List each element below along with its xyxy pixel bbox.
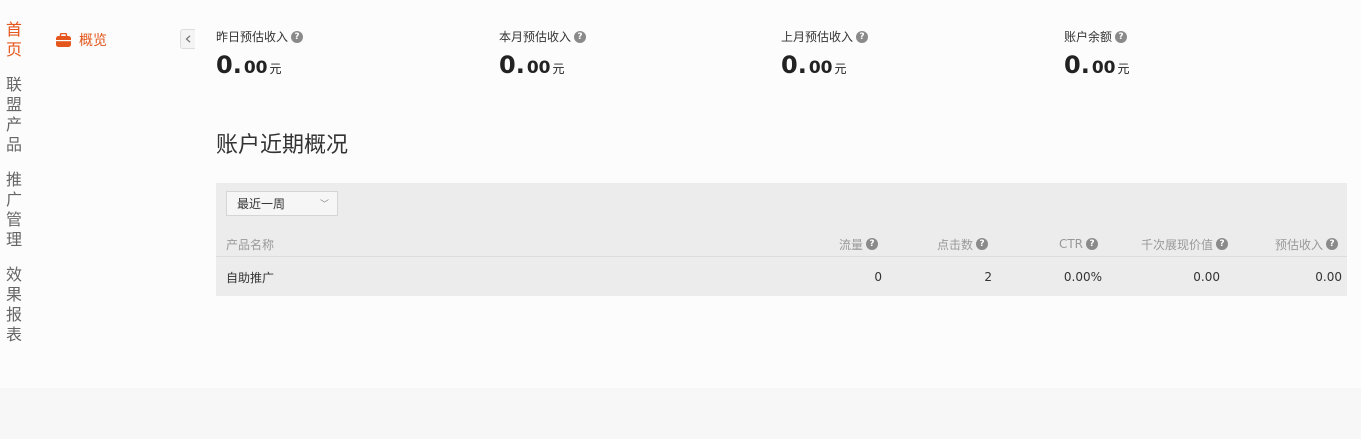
cell-ecpm: 0.00 [1193,270,1220,284]
stat-dec: 00 [808,58,833,78]
stat-dec: 00 [526,58,551,78]
stat-dec: 00 [243,58,268,78]
stat-value: 0. 00 元 [781,51,868,79]
column-header-product: 产品名称 [226,231,274,257]
table-header: 产品名称 流量? 点击数? CTR? 千次展现价值? 预估收入? [216,231,1347,257]
overview-table-panel: 最近一周 ﹀ 产品名称 流量? 点击数? CTR? 千次展现价值? 预估收入? … [216,183,1347,296]
date-range-select[interactable]: 最近一周 ﹀ [226,191,338,216]
stat-int: 0. [499,51,525,79]
column-header-label: 产品名称 [226,237,275,252]
stat-dec: 00 [1091,58,1116,78]
subnav-overview-label: 概览 [79,33,107,49]
column-header-label: 千次展现价值 [1140,237,1213,252]
section-title: 账户近期概况 [216,133,349,158]
stat-value: 0. 00 元 [216,51,303,79]
stat-last-month: 上月预估收入? 0. 00 元 [781,28,869,79]
stat-unit: 元 [552,62,565,76]
stat-yesterday: 昨日预估收入? 0. 00 元 [216,28,304,79]
table-row[interactable]: 自助推广 0 2 0.00% 0.00 0.00 [216,258,1347,296]
chevron-left-icon [185,35,191,43]
stat-label: 昨日预估收入 [216,30,289,44]
stat-value: 0. 00 元 [1064,51,1130,79]
column-header-income: 预估收入? [1226,231,1338,257]
stat-unit: 元 [1117,62,1130,76]
help-icon[interactable]: ? [866,238,878,250]
help-icon[interactable]: ? [291,30,304,43]
subnav-item-overview[interactable]: 概览 [56,30,107,50]
cell-traffic: 0 [874,270,882,284]
nav-item-reports[interactable]: 效果报表 [6,265,24,345]
column-header-clicks: 点击数? [886,231,988,257]
column-header-ecpm: 千次展现价值? [1096,231,1228,257]
cell-product: 自助推广 [226,270,275,285]
column-header-label: 流量 [838,237,863,252]
stat-int: 0. [781,51,807,79]
collapse-sidebar-button[interactable] [180,29,195,49]
date-range-value: 最近一周 [237,197,286,211]
nav-item-home[interactable]: 首页 [6,20,24,60]
page: 首页 联盟产品 推广管理 效果报表 概览 昨日预估收入? 0. 00 元 本月预估收… [0,0,1361,388]
help-icon[interactable]: ? [574,30,587,43]
stat-int: 0. [216,51,242,79]
help-icon[interactable]: ? [976,238,988,250]
bag-icon [56,33,71,47]
cell-clicks: 2 [984,270,992,284]
column-header-label: 点击数 [936,237,973,252]
stat-unit: 元 [269,62,282,76]
nav-item-promotion[interactable]: 推广管理 [6,170,24,250]
column-header-label: CTR [1058,237,1083,251]
stat-label: 上月预估收入 [781,30,854,44]
main-nav: 首页 联盟产品 推广管理 效果报表 [6,20,28,360]
chevron-down-icon: ﹀ [319,200,329,210]
help-icon[interactable]: ? [1115,30,1128,43]
column-header-traffic: 流量? [776,231,878,257]
stat-int: 0. [1064,51,1090,79]
cell-income: 0.00 [1315,270,1342,284]
column-header-label: 预估收入 [1274,237,1323,252]
stat-label: 账户余额 [1064,30,1113,44]
stat-value: 0. 00 元 [499,51,586,79]
nav-item-products[interactable]: 联盟产品 [6,75,24,155]
stat-this-month: 本月预估收入? 0. 00 元 [499,28,587,79]
help-icon[interactable]: ? [1326,238,1338,250]
stat-unit: 元 [834,62,847,76]
stat-balance: 账户余额? 0. 00 元 [1064,28,1130,79]
help-icon[interactable]: ? [856,30,869,43]
column-header-ctr: CTR? [996,231,1098,257]
cell-ctr: 0.00% [1063,270,1102,284]
stat-label: 本月预估收入 [499,30,572,44]
